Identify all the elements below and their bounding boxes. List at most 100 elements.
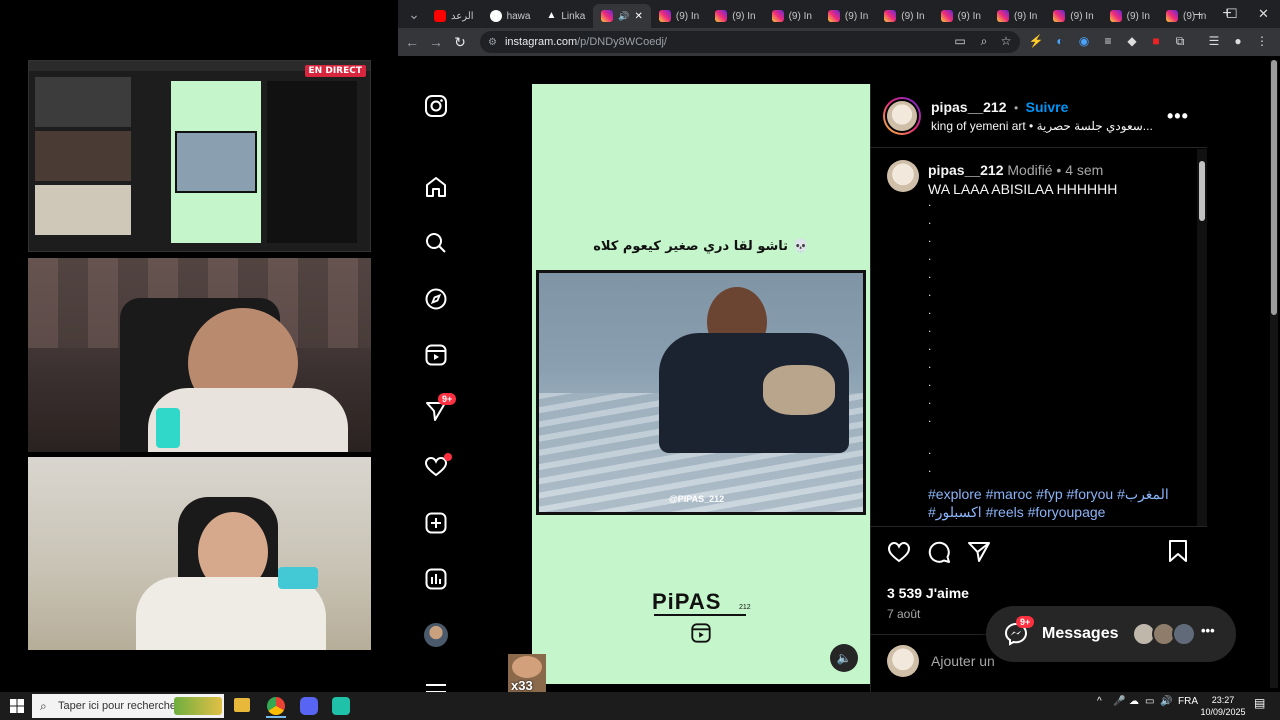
language-indicator[interactable]: FRA xyxy=(1178,696,1198,707)
extension-3-icon[interactable]: ◉ xyxy=(1076,34,1092,50)
caption-dot: . xyxy=(928,231,932,245)
tab-6[interactable]: (9) In xyxy=(764,4,820,28)
tab-9[interactable]: (9) In xyxy=(933,4,989,28)
reading-list-icon[interactable]: ☰ xyxy=(1206,34,1222,50)
windows-start-icon[interactable] xyxy=(10,699,24,718)
google-icon xyxy=(489,10,502,22)
overlay-emote: x33 xyxy=(508,654,546,692)
extension-4-icon[interactable]: ≡ xyxy=(1100,34,1116,50)
instagram-icon xyxy=(884,10,897,22)
instagram-logo-icon[interactable] xyxy=(422,92,450,120)
file-explorer-icon[interactable] xyxy=(234,698,250,712)
forward-icon[interactable]: → xyxy=(424,34,448,50)
caption-scrollbar[interactable] xyxy=(1197,149,1207,526)
reels-icon[interactable] xyxy=(422,341,450,369)
clock[interactable]: 23:27 10/09/2025 xyxy=(1200,694,1246,718)
profile-avatar[interactable] xyxy=(422,621,450,649)
profile-icon[interactable]: ● xyxy=(1230,34,1246,50)
network-icon[interactable]: ▭ xyxy=(1145,696,1154,707)
tab-search-icon[interactable]: ⌄ xyxy=(402,6,426,23)
tab-13[interactable]: (9) In xyxy=(1158,4,1214,28)
like-icon[interactable] xyxy=(887,541,911,568)
caption-dot: . xyxy=(928,195,932,209)
share-icon[interactable] xyxy=(967,540,991,569)
caption-dot: . xyxy=(928,443,932,457)
address-bar[interactable]: ⚙ instagram.com/p/DNDy8WCoedj/ xyxy=(480,31,1020,53)
search-highlight-image xyxy=(174,697,222,715)
tab-5[interactable]: (9) In xyxy=(707,4,763,28)
messages-icon[interactable]: 9+ xyxy=(422,393,457,425)
extension-2-icon[interactable]: ◐ xyxy=(1052,34,1068,50)
caption-text: WA LAAA ABISILAA HHHHHH xyxy=(928,181,1118,197)
post-media[interactable]: تاشو لقا دري صغير كيعوم كلاه 💀 @PIPAS_21… xyxy=(532,84,870,684)
hashtags-line-2[interactable]: #اكسبلور #reels #foryoupage xyxy=(928,504,1105,520)
home-icon[interactable] xyxy=(422,173,450,201)
maximize-icon[interactable]: ☐ xyxy=(1226,6,1238,22)
caption-dot: . xyxy=(928,303,932,317)
notification-center-icon[interactable]: ▤ xyxy=(1254,696,1265,710)
tab-0[interactable]: الرعد xyxy=(426,4,482,28)
comment-input[interactable]: Ajouter un xyxy=(931,653,995,669)
likes-count[interactable]: 3 539 J'aime xyxy=(887,585,969,601)
extension-1-icon[interactable]: ⚡ xyxy=(1028,34,1044,50)
instagram-icon xyxy=(1053,10,1066,22)
bookmark-star-icon[interactable]: ☆ xyxy=(998,34,1014,50)
close-window-icon[interactable]: ✕ xyxy=(1258,6,1269,22)
volume-icon[interactable]: 🔊 xyxy=(1160,696,1172,707)
instagram-icon xyxy=(601,10,614,22)
page-scrollbar[interactable] xyxy=(1270,60,1278,688)
reload-icon[interactable]: ↻ xyxy=(448,34,472,51)
mute-button[interactable]: 🔈 xyxy=(830,644,858,672)
browser-menu-icon[interactable]: ⋮ xyxy=(1254,34,1270,50)
follow-button[interactable]: Suivre xyxy=(1026,99,1069,115)
tab-11[interactable]: (9) In xyxy=(1045,4,1101,28)
caption-username[interactable]: pipas__212 xyxy=(928,162,1004,178)
chrome-icon[interactable] xyxy=(267,697,285,715)
post-date: 7 août xyxy=(887,607,921,621)
cloud-icon[interactable]: ☁ xyxy=(1129,696,1139,707)
close-tab-icon[interactable]: ✕ xyxy=(635,11,643,22)
save-icon[interactable] xyxy=(1167,539,1189,568)
notifications-icon[interactable] xyxy=(422,453,452,481)
caption-author-avatar[interactable] xyxy=(887,160,919,192)
tab-4[interactable]: (9) In xyxy=(651,4,707,28)
tab-12[interactable]: (9) In xyxy=(1102,4,1158,28)
page-scroll-thumb[interactable] xyxy=(1271,60,1277,315)
tray-expand-icon[interactable]: ^ xyxy=(1097,696,1102,707)
tab-8[interactable]: (9) In xyxy=(876,4,932,28)
minimize-icon[interactable]: – xyxy=(1194,6,1201,21)
dashboard-icon[interactable] xyxy=(422,565,450,593)
caption-dot: . xyxy=(928,375,932,389)
tab-7[interactable]: (9) In xyxy=(820,4,876,28)
caption-dot: . xyxy=(928,461,932,475)
youtube-icon xyxy=(434,10,446,22)
site-info-icon[interactable]: ⚙ xyxy=(488,37,497,48)
discord-icon[interactable] xyxy=(300,697,318,715)
extension-6-icon[interactable]: ■ xyxy=(1148,34,1164,50)
tab-1[interactable]: hawa xyxy=(482,4,539,28)
post-options-icon[interactable]: ••• xyxy=(1167,106,1189,127)
tab-active[interactable]: 🔊 ✕ xyxy=(593,4,651,28)
search-icon[interactable] xyxy=(422,229,450,257)
comment-icon[interactable] xyxy=(927,540,951,569)
back-icon[interactable]: ← xyxy=(400,34,424,50)
extensions-puzzle-icon[interactable]: ⧉ xyxy=(1172,34,1188,50)
caption-scroll-thumb[interactable] xyxy=(1199,161,1205,221)
zoom-icon[interactable]: ⌕ xyxy=(976,34,992,50)
app-icon[interactable] xyxy=(332,697,350,715)
instagram-icon xyxy=(827,10,840,22)
taskbar-search[interactable]: ⌕ Taper ici pour rechercher xyxy=(32,694,224,718)
author-username[interactable]: pipas__212 xyxy=(931,99,1007,115)
author-avatar-ring[interactable] xyxy=(883,97,921,135)
create-icon[interactable] xyxy=(422,509,450,537)
tab-2[interactable]: ▲ Linka xyxy=(538,4,593,28)
explore-icon[interactable] xyxy=(422,285,450,313)
microphone-icon[interactable]: 🎤 xyxy=(1113,696,1125,707)
edited-label: Modifié xyxy=(1007,162,1053,178)
extension-5-icon[interactable]: ◆ xyxy=(1124,34,1140,50)
messages-pill[interactable]: 9+ Messages ••• xyxy=(986,606,1236,662)
cast-icon[interactable]: ▭ xyxy=(952,34,968,50)
tab-10[interactable]: (9) In xyxy=(989,4,1045,28)
hashtags-line-1[interactable]: #explore #maroc #fyp #foryou #المغرب xyxy=(928,486,1169,502)
post-subtitle[interactable]: king of yemeni art • سعودي جلسة حصرية... xyxy=(931,119,1171,133)
